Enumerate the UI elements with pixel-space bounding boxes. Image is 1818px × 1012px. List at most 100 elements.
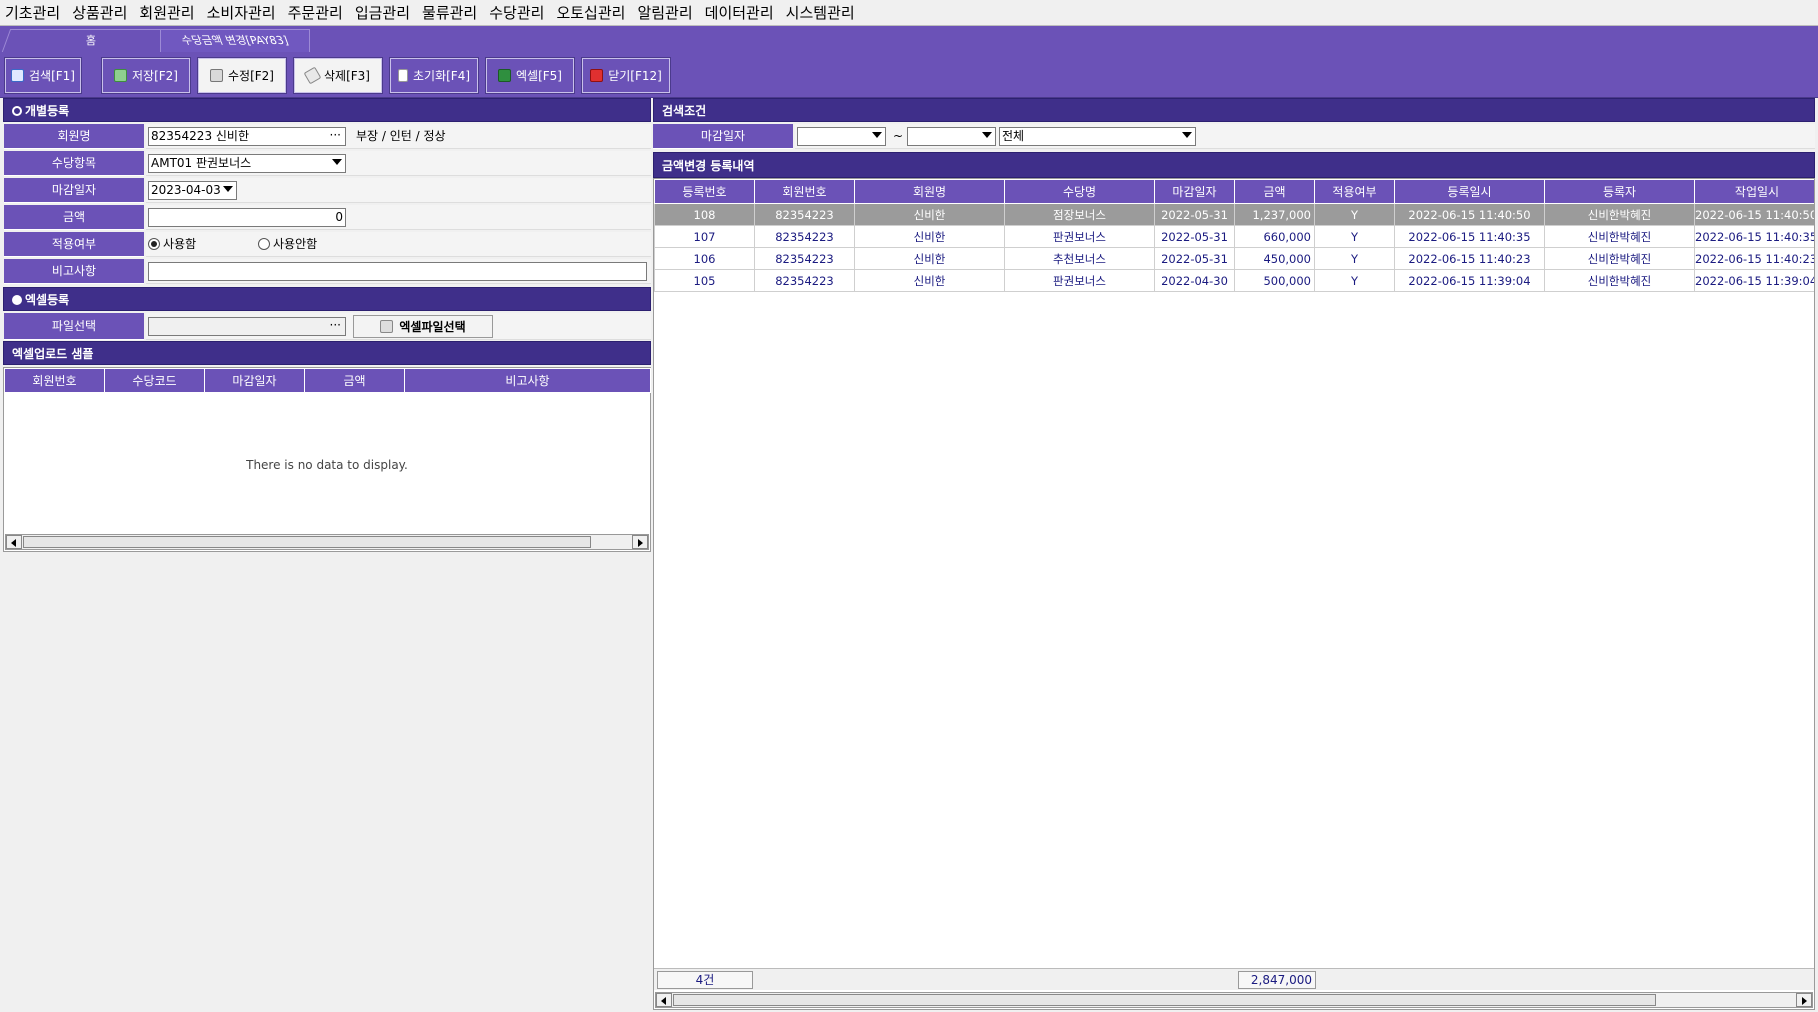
ellipsis-icon[interactable]: ··· (330, 318, 341, 334)
menu-item-3[interactable]: 소비자관리 (202, 0, 283, 26)
excel-column-header[interactable]: 수당코드 (104, 368, 205, 393)
search-row: ~ 전체 (795, 124, 1815, 149)
excel-column-header[interactable]: 회원번호 (4, 368, 105, 393)
table-cell: 2022-05-31 (1154, 225, 1235, 248)
excel-button-label: 엑셀[F5] (516, 69, 562, 83)
close-button[interactable]: 닫기[F12] (581, 57, 671, 94)
scroll-right-icon[interactable] (1796, 993, 1812, 1007)
table-row[interactable]: 105 82354223 신비한 판권보너스 2022-04-30 500,000 Y 202… (654, 269, 1814, 292)
menu-item-2[interactable]: 회원관리 (134, 0, 201, 26)
menu-item-0[interactable]: 기초관리 (0, 0, 67, 26)
note-input[interactable] (148, 262, 647, 281)
menu-item-4[interactable]: 주문관리 (283, 0, 350, 26)
ellipsis-icon[interactable]: ··· (330, 128, 341, 144)
table-cell: 2022-06-15 11:40:50 (1694, 203, 1814, 226)
table-row[interactable]: 107 82354223 신비한 판권보너스 2022-05-31 660,000 Y 202… (654, 225, 1814, 248)
menu-item-7[interactable]: 수당관리 (484, 0, 551, 26)
footer-total: 2,847,000 (1238, 971, 1316, 989)
tab-allowance-change[interactable]: 수당금액 변경[PAY83] (160, 29, 310, 52)
excel-column-header[interactable]: 금액 (304, 368, 405, 393)
scroll-left-icon[interactable] (656, 993, 672, 1007)
amount-input[interactable]: 0 (148, 208, 346, 227)
history-column-header[interactable]: 등록번호 (654, 179, 755, 204)
history-column-header[interactable]: 수당명 (1004, 179, 1155, 204)
tab-home[interactable]: 홈 (1, 29, 181, 52)
excel-sample-table: 회원번호 수당코드 마감일자 금액 비고사항 (4, 368, 651, 393)
radio-unchecked-icon (258, 238, 270, 250)
apply-yes-radio[interactable]: 사용함 (148, 235, 196, 254)
table-cell: 660,000 (1234, 225, 1315, 248)
menu-item-10[interactable]: 데이터관리 (700, 0, 781, 26)
reset-button[interactable]: 초기화[F4] (389, 57, 479, 94)
menu-item-9[interactable]: 알림관리 (632, 0, 699, 26)
search-close-date-label: 마감일자 (653, 124, 793, 149)
edit-button[interactable]: 수정[F2] (197, 57, 287, 94)
table-cell: 추천보너스 (1004, 247, 1155, 270)
menu-item-1[interactable]: 상품관리 (67, 0, 134, 26)
chevron-down-icon (223, 186, 233, 192)
scroll-right-icon[interactable] (632, 535, 648, 549)
horizontal-scrollbar[interactable] (655, 992, 1813, 1008)
close-date-picker[interactable]: 2023-04-03 (148, 181, 237, 200)
history-column-header[interactable]: 금액 (1234, 179, 1315, 204)
reset-button-label: 초기화[F4] (412, 69, 471, 83)
table-cell: 2022-05-31 (1154, 203, 1235, 226)
member-info: 부장 / 인턴 / 정상 (356, 129, 446, 143)
file-input[interactable]: ··· (148, 317, 346, 336)
table-row[interactable]: 108 82354223 신비한 점장보너스 2022-05-31 1,237,000 Y 2… (654, 203, 1814, 226)
history-column-header[interactable]: 회원번호 (754, 179, 855, 204)
table-cell: 신비한 (854, 203, 1005, 226)
search-button[interactable]: 검색[F1] (4, 57, 82, 94)
excel-button[interactable]: 엑셀[F5] (485, 57, 575, 94)
excel-sample-header: 엑셀업로드 샘플 (3, 341, 651, 365)
menu-item-11[interactable]: 시스템관리 (781, 0, 862, 26)
apply-no-radio[interactable]: 사용안함 (258, 235, 317, 254)
table-cell: 2022-06-15 11:39:04 (1394, 269, 1545, 292)
table-cell: 108 (654, 203, 755, 226)
member-input[interactable]: 82354223 신비한 ··· (148, 127, 346, 146)
horizontal-scrollbar[interactable] (5, 534, 649, 550)
allowance-value: AMT01 판권보너스 (151, 156, 252, 170)
menu-item-5[interactable]: 입금관리 (350, 0, 417, 26)
history-column-header[interactable]: 등록일시 (1394, 179, 1545, 204)
table-cell: 500,000 (1234, 269, 1315, 292)
history-column-header[interactable]: 회원명 (854, 179, 1005, 204)
excel-column-header[interactable]: 마감일자 (204, 368, 305, 393)
allowance-select[interactable]: AMT01 판권보너스 (148, 154, 346, 173)
type-select[interactable]: 전체 (999, 127, 1196, 146)
history-table: 등록번호 회원번호 회원명 수당명 마감일자 금액 적용여부 등록일시 등록자 작업일시 108 8… (654, 179, 1814, 292)
chevron-down-icon (1182, 132, 1192, 138)
table-cell: 82354223 (754, 247, 855, 270)
excel-column-header[interactable]: 비고사항 (404, 368, 651, 393)
tilde-separator: ~ (893, 129, 904, 143)
history-grid: 등록번호 회원번호 회원명 수당명 마감일자 금액 적용여부 등록일시 등록자 작업일시 108 8… (653, 178, 1815, 1010)
date-from-picker[interactable] (797, 127, 886, 146)
table-row[interactable]: 106 82354223 신비한 추천보너스 2022-05-31 450,000 Y 202… (654, 247, 1814, 270)
close-date-row: 2023-04-03 (146, 178, 651, 203)
file-row: ··· 엑셀파일선택 (146, 313, 651, 340)
excel-sample-title: 엑셀업로드 샘플 (12, 347, 94, 361)
delete-button[interactable]: 삭제[F3] (293, 57, 383, 94)
menu-item-6[interactable]: 물류관리 (417, 0, 484, 26)
radio-checked-icon (148, 238, 160, 250)
scroll-thumb[interactable] (673, 994, 1656, 1006)
scroll-thumb[interactable] (23, 536, 591, 548)
table-cell: 신비한 (854, 269, 1005, 292)
table-cell: 2022-06-15 11:40:35 (1394, 225, 1545, 248)
scroll-left-icon[interactable] (6, 535, 22, 549)
history-column-header[interactable]: 마감일자 (1154, 179, 1235, 204)
history-column-header[interactable]: 등록자 (1544, 179, 1695, 204)
allowance-label: 수당항목 (4, 151, 144, 176)
member-label: 회원명 (4, 124, 144, 149)
apply-no-label: 사용안함 (273, 237, 318, 251)
table-cell: 105 (654, 269, 755, 292)
save-button[interactable]: 저장[F2] (101, 57, 191, 94)
menu-item-8[interactable]: 오토십관리 (551, 0, 632, 26)
tab-home-label: 홈 (85, 34, 96, 47)
date-to-picker[interactable] (907, 127, 996, 146)
history-column-header[interactable]: 작업일시 (1694, 179, 1814, 204)
excel-file-select-button[interactable]: 엑셀파일선택 (353, 315, 493, 338)
table-cell: 신비한박혜진 (1544, 247, 1695, 270)
history-column-header[interactable]: 적용여부 (1314, 179, 1395, 204)
history-title: 금액변경 등록내역 (662, 159, 755, 173)
